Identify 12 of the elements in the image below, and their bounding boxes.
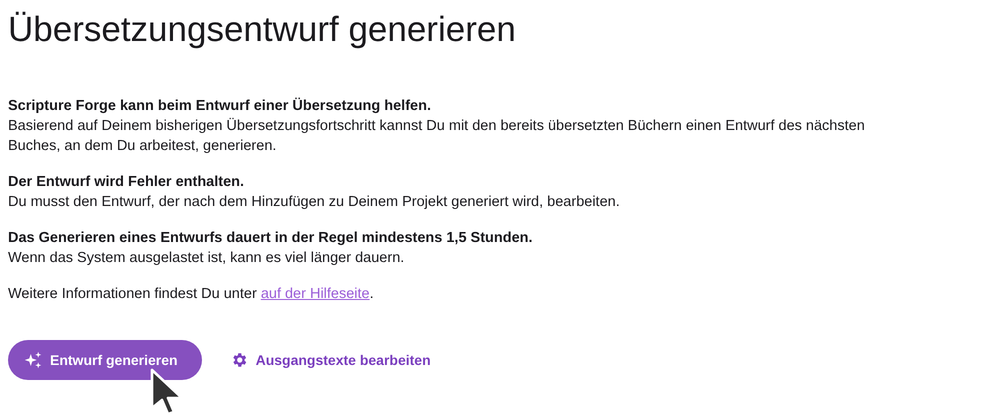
- info-text: Weitere Informationen findest Du unter auf der Hilfeseite.: [8, 285, 375, 304]
- section-heading: Scripture Forge kann beim Entwurf einer Übersetzung helfen.: [8, 96, 432, 116]
- help-link[interactable]: auf der Hilfeseite: [260, 286, 370, 302]
- generate-button[interactable]: Entwurf generieren: [8, 340, 202, 380]
- section-text: Wenn das System ausgelastet ist, kann es viel länger dauern.: [8, 249, 406, 268]
- edit-sources-button[interactable]: Ausgangstexte bearbeiten: [222, 351, 439, 369]
- section-heading: Der Entwurf wird Fehler enthalten.: [8, 173, 246, 192]
- sparkle-icon: [24, 351, 42, 369]
- section-text: Basierend auf Deinem bisherigen Übersetzungsfortschritt kannst Du mit den bereits übersetzten Büchern einen Entwurf des nächsten Buches, an dem Du arbeitest, generieren.: [8, 116, 866, 156]
- section-heading: Das Generieren eines Entwurfs dauert in der Regel mindestens 1,5 Stunden.: [8, 229, 534, 248]
- page-title: Übersetzungsentwurf generieren: [8, 9, 517, 51]
- section-text: Du musst den Entwurf, der nach dem Hinzufügen zu Deinem Projekt generiert wird, bearbeiten.: [8, 193, 621, 212]
